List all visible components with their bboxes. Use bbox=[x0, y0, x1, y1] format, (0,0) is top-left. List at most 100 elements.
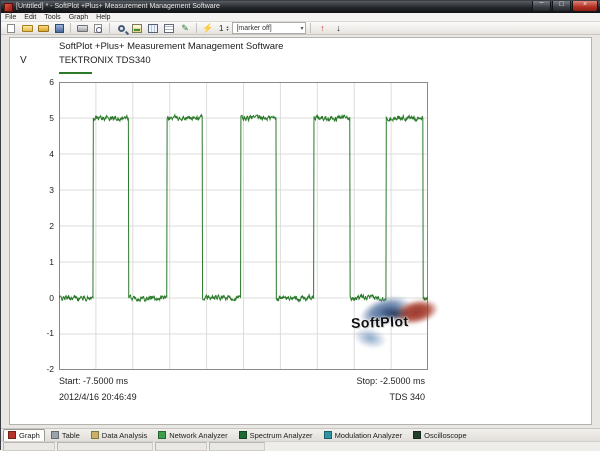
modulation-analyzer-tab-icon bbox=[324, 431, 332, 439]
print-preview-icon bbox=[94, 24, 102, 33]
grid-button[interactable] bbox=[162, 22, 176, 34]
toolbar-separator bbox=[70, 23, 71, 33]
y-tick-label: 6 bbox=[30, 77, 54, 87]
maximize-button[interactable]: □ bbox=[552, 1, 571, 12]
chart-scale-button[interactable] bbox=[130, 22, 144, 34]
tab-network-analyzer[interactable]: Network Analyzer bbox=[153, 429, 232, 442]
trace-number-stepper[interactable]: 1 ▴ ▾ bbox=[217, 24, 228, 33]
tab-oscilloscope[interactable]: Oscilloscope bbox=[408, 429, 472, 442]
tab-label: Table bbox=[62, 431, 80, 440]
chart-scale-icon bbox=[132, 24, 142, 33]
content-area: SoftPlot +Plus+ Measurement Management S… bbox=[1, 35, 600, 428]
open-button[interactable] bbox=[20, 22, 34, 34]
menu-file[interactable]: File bbox=[5, 13, 16, 22]
tab-modulation-analyzer[interactable]: Modulation Analyzer bbox=[319, 429, 408, 442]
spectrum-analyzer-tab-icon bbox=[239, 431, 247, 439]
tab-label: Spectrum Analyzer bbox=[250, 431, 313, 440]
graph-tab-icon bbox=[8, 431, 16, 439]
trace-up-button[interactable]: ↑ bbox=[315, 22, 329, 34]
graph-panel: SoftPlot +Plus+ Measurement Management S… bbox=[9, 37, 592, 425]
data-analysis-tab-icon bbox=[91, 431, 99, 439]
print-button[interactable] bbox=[75, 22, 89, 34]
folder-icon bbox=[38, 25, 49, 32]
magnifier-icon bbox=[118, 25, 125, 32]
new-button[interactable] bbox=[4, 22, 18, 34]
y-tick-label: -2 bbox=[30, 364, 54, 374]
device-label: TDS 340 bbox=[389, 392, 425, 402]
annotate-button[interactable]: ✎ bbox=[178, 22, 192, 34]
run-icon: ⚡ bbox=[202, 24, 213, 33]
tab-label: Network Analyzer bbox=[169, 431, 227, 440]
view-tab-bar: Graph Table Data Analysis Network Analyz… bbox=[1, 428, 600, 441]
save-button[interactable] bbox=[52, 22, 66, 34]
y-tick-label: -1 bbox=[30, 328, 54, 338]
tab-graph[interactable]: Graph bbox=[3, 429, 45, 442]
toolbar-separator bbox=[196, 23, 197, 33]
trace-legend-line bbox=[59, 72, 92, 74]
app-icon bbox=[4, 3, 13, 12]
minimize-button[interactable]: – bbox=[532, 1, 551, 12]
waveform-svg bbox=[59, 82, 428, 370]
network-analyzer-tab-icon bbox=[158, 431, 166, 439]
toolbar-separator bbox=[310, 23, 311, 33]
tab-spectrum-analyzer[interactable]: Spectrum Analyzer bbox=[234, 429, 318, 442]
print-icon bbox=[77, 25, 88, 32]
app-window: [Untitled] * - SoftPlot +Plus+ Measureme… bbox=[0, 0, 600, 450]
chart-trace-icon bbox=[148, 24, 158, 33]
close-icon: × bbox=[573, 0, 597, 10]
y-tick-label: 2 bbox=[30, 221, 54, 231]
y-axis-unit-label: V bbox=[20, 55, 27, 66]
marker-dropdown-value: [marker off] bbox=[233, 25, 298, 32]
menu-graph[interactable]: Graph bbox=[69, 13, 88, 22]
start-time-label: Start: -7.5000 ms bbox=[59, 376, 128, 386]
trace-number-value: 1 bbox=[217, 24, 225, 33]
y-tick-label: 4 bbox=[30, 149, 54, 159]
acquire-button[interactable]: ⚡ bbox=[201, 22, 215, 34]
open-icon bbox=[22, 25, 33, 32]
tab-label: Data Analysis bbox=[102, 431, 147, 440]
close-button[interactable]: × bbox=[572, 1, 598, 12]
stop-time-label: Stop: -2.5000 ms bbox=[356, 376, 425, 386]
chart-subtitle: TEKTRONIX TDS340 bbox=[59, 55, 151, 66]
arrow-down-icon: ↓ bbox=[336, 23, 341, 33]
save-icon bbox=[55, 24, 64, 33]
oscilloscope-tab-icon bbox=[413, 431, 421, 439]
y-axis-ticks: 6 5 4 3 2 1 0 -1 -2 bbox=[30, 38, 54, 424]
new-file-icon bbox=[7, 24, 15, 33]
chart-title: SoftPlot +Plus+ Measurement Management S… bbox=[59, 41, 283, 52]
toolbar: ✎ ⚡ 1 ▴ ▾ [marker off] ▾ ↑ ↓ bbox=[1, 22, 600, 35]
menu-tools[interactable]: Tools bbox=[44, 13, 60, 22]
stepper-down-icon[interactable]: ▾ bbox=[226, 28, 228, 31]
menu-edit[interactable]: Edit bbox=[24, 13, 36, 22]
waveform-chart bbox=[59, 82, 428, 370]
zoom-button[interactable] bbox=[114, 22, 128, 34]
y-tick-label: 5 bbox=[30, 113, 54, 123]
toolbar-separator bbox=[109, 23, 110, 33]
tab-label: Modulation Analyzer bbox=[335, 431, 403, 440]
timestamp-label: 2012/4/16 20:46:49 bbox=[59, 392, 137, 402]
menu-bar: File Edit Tools Graph Help bbox=[1, 13, 600, 22]
minimize-icon: – bbox=[533, 0, 550, 6]
grid-icon bbox=[164, 24, 174, 33]
folder-button[interactable] bbox=[36, 22, 50, 34]
menu-help[interactable]: Help bbox=[96, 13, 110, 22]
arrow-up-icon: ↑ bbox=[320, 23, 325, 33]
y-tick-label: 1 bbox=[30, 257, 54, 267]
chart-trace-button[interactable] bbox=[146, 22, 160, 34]
window-title: [Untitled] * - SoftPlot +Plus+ Measureme… bbox=[16, 2, 532, 12]
table-tab-icon bbox=[51, 431, 59, 439]
print-preview-button[interactable] bbox=[91, 22, 105, 34]
tab-table[interactable]: Table bbox=[46, 429, 85, 442]
tab-label: Graph bbox=[19, 431, 40, 440]
maximize-icon: □ bbox=[553, 0, 570, 10]
chevron-down-icon: ▾ bbox=[298, 25, 305, 32]
tab-data-analysis[interactable]: Data Analysis bbox=[86, 429, 152, 442]
stepper-arrows[interactable]: ▴ ▾ bbox=[226, 25, 228, 31]
y-tick-label: 0 bbox=[30, 293, 54, 303]
pen-icon: ✎ bbox=[181, 24, 189, 33]
y-tick-label: 3 bbox=[30, 185, 54, 195]
window-controls: – □ × bbox=[532, 1, 598, 12]
marker-dropdown[interactable]: [marker off] ▾ bbox=[232, 22, 306, 34]
tab-label: Oscilloscope bbox=[424, 431, 467, 440]
trace-down-button[interactable]: ↓ bbox=[331, 22, 345, 34]
